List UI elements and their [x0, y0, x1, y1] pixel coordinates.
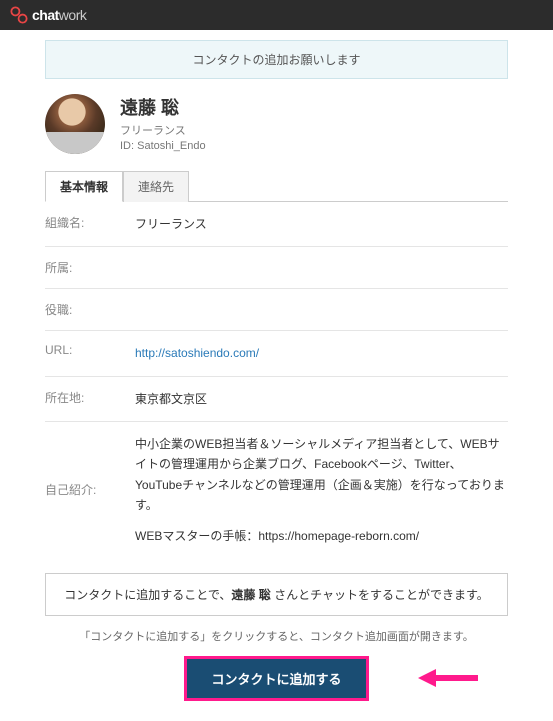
topbar: chatwork: [0, 0, 553, 30]
tab-basic[interactable]: 基本情報: [45, 171, 123, 202]
row-title: 役職:: [45, 289, 508, 331]
brand-text: chatwork: [32, 7, 86, 23]
row-dept: 所属:: [45, 247, 508, 289]
url-link[interactable]: http://satoshiendo.com/: [135, 346, 259, 360]
info-table: 組織名: フリーランス 所属: 役職: URL: http://satoshie…: [45, 202, 508, 558]
profile-role: フリーランス: [120, 124, 206, 139]
help-text: 「コンタクトに追加する」をクリックすると、コンタクト追加画面が開きます。: [45, 628, 508, 644]
value-url: http://satoshiendo.com/: [135, 343, 508, 363]
profile-id: ID: Satoshi_Endo: [120, 139, 206, 154]
label-org: 組織名:: [45, 214, 135, 234]
label-url: URL:: [45, 343, 135, 363]
label-dept: 所属:: [45, 259, 135, 276]
value-location: 東京都文京区: [135, 389, 508, 409]
intro-para-2: WEBマスターの手帳：https://homepage-reborn.com/: [135, 526, 508, 546]
value-intro: 中小企業のWEB担当者＆ソーシャルメディア担当者として、WEBサイトの管理運用か…: [135, 434, 508, 546]
tabs: 基本情報 連絡先: [45, 170, 508, 202]
label-location: 所在地:: [45, 389, 135, 409]
row-location: 所在地: 東京都文京区: [45, 377, 508, 422]
main-content: コンタクトの追加お願いします 遠藤 聡 フリーランス ID: Satoshi_E…: [0, 30, 553, 721]
row-org: 組織名: フリーランス: [45, 202, 508, 247]
label-title: 役職:: [45, 301, 135, 318]
row-intro: 自己紹介: 中小企業のWEB担当者＆ソーシャルメディア担当者として、WEBサイト…: [45, 422, 508, 558]
profile-info: 遠藤 聡 フリーランス ID: Satoshi_Endo: [120, 94, 206, 155]
label-intro: 自己紹介:: [45, 481, 135, 498]
notice-banner: コンタクトの追加お願いします: [45, 40, 508, 79]
profile-name: 遠藤 聡: [120, 94, 206, 120]
tab-contact[interactable]: 連絡先: [123, 171, 189, 202]
profile-header: 遠藤 聡 フリーランス ID: Satoshi_Endo: [45, 94, 508, 155]
cta-wrap: コンタクトに追加する: [45, 656, 508, 701]
chatwork-icon: [10, 6, 28, 24]
avatar: [45, 94, 105, 154]
value-dept: [135, 259, 508, 276]
arrow-icon: [418, 666, 478, 690]
intro-para-1: 中小企業のWEB担当者＆ソーシャルメディア担当者として、WEBサイトの管理運用か…: [135, 434, 508, 516]
add-contact-button[interactable]: コンタクトに追加する: [184, 656, 368, 701]
value-org: フリーランス: [135, 214, 508, 234]
brand-logo: chatwork: [10, 6, 86, 24]
value-title: [135, 301, 508, 318]
row-url: URL: http://satoshiendo.com/: [45, 331, 508, 376]
add-contact-box: コンタクトに追加することで、遠藤 聡 さんとチャットをすることができます。: [45, 573, 508, 616]
